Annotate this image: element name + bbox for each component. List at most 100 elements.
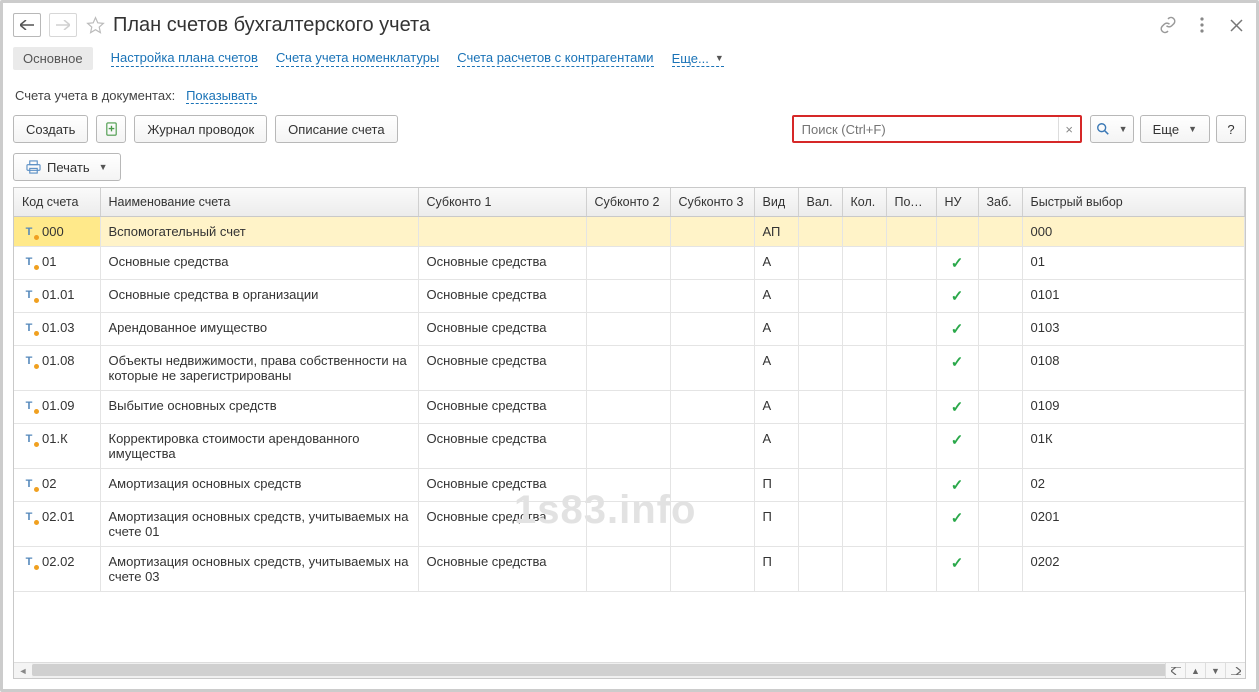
tab-plan-settings[interactable]: Настройка плана счетов — [111, 50, 258, 67]
search-clear-icon[interactable]: × — [1058, 117, 1080, 141]
row-quick: 000 — [1022, 217, 1245, 247]
table-row[interactable]: T02.02Амортизация основных средств, учит… — [14, 547, 1245, 592]
link-icon[interactable] — [1158, 15, 1178, 35]
row-sk1: Основные средства — [418, 247, 586, 280]
row-name: Амортизация основных средств, учитываемы… — [100, 502, 418, 547]
row-sk3 — [670, 502, 754, 547]
col-header-code[interactable]: Код счета — [14, 188, 100, 217]
horizontal-scrollbar[interactable]: ◄ ► ▲ ▼ — [14, 662, 1245, 678]
row-name: Основные средства — [100, 247, 418, 280]
scroll-track[interactable] — [32, 663, 1227, 678]
row-vid: А — [754, 391, 798, 424]
table-row[interactable]: T01.03Арендованное имуществоОсновные сре… — [14, 313, 1245, 346]
print-button[interactable]: Печать ▼ — [13, 153, 121, 181]
col-header-podr[interactable]: Подр. — [886, 188, 936, 217]
row-zab — [978, 424, 1022, 469]
table-row[interactable]: T02Амортизация основных средствОсновные … — [14, 469, 1245, 502]
account-t-icon: T — [22, 510, 36, 524]
tab-nomenclature-accounts[interactable]: Счета учета номенклатуры — [276, 50, 439, 67]
table-row[interactable]: T01.ККорректировка стоимости арендованно… — [14, 424, 1245, 469]
tab-main[interactable]: Основное — [13, 47, 93, 70]
row-sk3 — [670, 469, 754, 502]
copy-plus-icon — [104, 122, 119, 137]
row-sk3 — [670, 547, 754, 592]
row-val — [798, 217, 842, 247]
row-sk2 — [586, 280, 670, 313]
row-val — [798, 346, 842, 391]
row-podr — [886, 217, 936, 247]
scroll-to-start-button[interactable] — [1165, 663, 1185, 678]
table-row[interactable]: T01.09Выбытие основных средствОсновные с… — [14, 391, 1245, 424]
col-header-val[interactable]: Вал. — [798, 188, 842, 217]
scroll-thumb[interactable] — [32, 664, 1215, 676]
caret-down-icon: ▼ — [715, 53, 724, 63]
col-header-name[interactable]: Наименование счета — [100, 188, 418, 217]
row-kol — [842, 247, 886, 280]
journal-button[interactable]: Журнал проводок — [134, 115, 267, 143]
help-button[interactable]: ? — [1216, 115, 1246, 143]
scroll-left-icon[interactable]: ◄ — [14, 663, 32, 678]
row-zab — [978, 502, 1022, 547]
copy-button[interactable] — [96, 115, 126, 143]
row-podr — [886, 469, 936, 502]
row-val — [798, 313, 842, 346]
show-accounts-link[interactable]: Показывать — [186, 88, 257, 104]
search-field[interactable]: × — [792, 115, 1082, 143]
row-code: 01 — [42, 254, 56, 269]
table-row[interactable]: T000Вспомогательный счетАП000 — [14, 217, 1245, 247]
row-vid: П — [754, 547, 798, 592]
row-zab — [978, 280, 1022, 313]
close-icon[interactable] — [1226, 15, 1246, 35]
nav-back-button[interactable] — [13, 13, 41, 37]
search-dropdown-button[interactable]: ▼ — [1090, 115, 1134, 143]
row-vid: А — [754, 280, 798, 313]
row-podr — [886, 280, 936, 313]
row-quick: 0101 — [1022, 280, 1245, 313]
caret-down-icon: ▼ — [99, 162, 108, 172]
scroll-page-up-button[interactable]: ▲ — [1185, 663, 1205, 678]
favorite-star-icon[interactable] — [85, 15, 105, 35]
row-name: Основные средства в организации — [100, 280, 418, 313]
row-name: Арендованное имущество — [100, 313, 418, 346]
col-header-sk2[interactable]: Субконто 2 — [586, 188, 670, 217]
tab-more[interactable]: Еще...▼ — [672, 51, 724, 67]
col-header-zab[interactable]: Заб. — [978, 188, 1022, 217]
row-name: Амортизация основных средств — [100, 469, 418, 502]
row-sk3 — [670, 280, 754, 313]
table-row[interactable]: T01.08Объекты недвижимости, права собств… — [14, 346, 1245, 391]
caret-down-icon: ▼ — [1188, 124, 1197, 134]
more-button[interactable]: Еще▼ — [1140, 115, 1210, 143]
col-header-sk1[interactable]: Субконто 1 — [418, 188, 586, 217]
page-title: План счетов бухгалтерского учета — [113, 14, 430, 37]
scroll-to-end-button[interactable] — [1225, 663, 1245, 678]
row-sk2 — [586, 346, 670, 391]
row-quick: 0103 — [1022, 313, 1245, 346]
col-header-nu[interactable]: НУ — [936, 188, 978, 217]
table-row[interactable]: T01.01Основные средства в организацииОсн… — [14, 280, 1245, 313]
row-val — [798, 424, 842, 469]
row-sk3 — [670, 346, 754, 391]
row-sk1: Основные средства — [418, 469, 586, 502]
arrow-right-icon — [56, 20, 70, 30]
col-header-sk3[interactable]: Субконто 3 — [670, 188, 754, 217]
row-val — [798, 391, 842, 424]
row-code: 02 — [42, 476, 56, 491]
row-kol — [842, 502, 886, 547]
table-row[interactable]: T01Основные средстваОсновные средстваА✓0… — [14, 247, 1245, 280]
search-input[interactable] — [794, 122, 1058, 137]
row-nu — [936, 217, 978, 247]
scroll-page-down-button[interactable]: ▼ — [1205, 663, 1225, 678]
col-header-kol[interactable]: Кол. — [842, 188, 886, 217]
row-sk3 — [670, 247, 754, 280]
row-sk2 — [586, 247, 670, 280]
describe-account-button[interactable]: Описание счета — [275, 115, 397, 143]
table-row[interactable]: T02.01Амортизация основных средств, учит… — [14, 502, 1245, 547]
tab-contractor-accounts[interactable]: Счета расчетов с контрагентами — [457, 50, 653, 67]
create-button[interactable]: Создать — [13, 115, 88, 143]
row-sk2 — [586, 502, 670, 547]
col-header-vid[interactable]: Вид — [754, 188, 798, 217]
col-header-quick[interactable]: Быстрый выбор — [1022, 188, 1245, 217]
row-kol — [842, 313, 886, 346]
kebab-menu-icon[interactable] — [1192, 15, 1212, 35]
row-sk3 — [670, 424, 754, 469]
